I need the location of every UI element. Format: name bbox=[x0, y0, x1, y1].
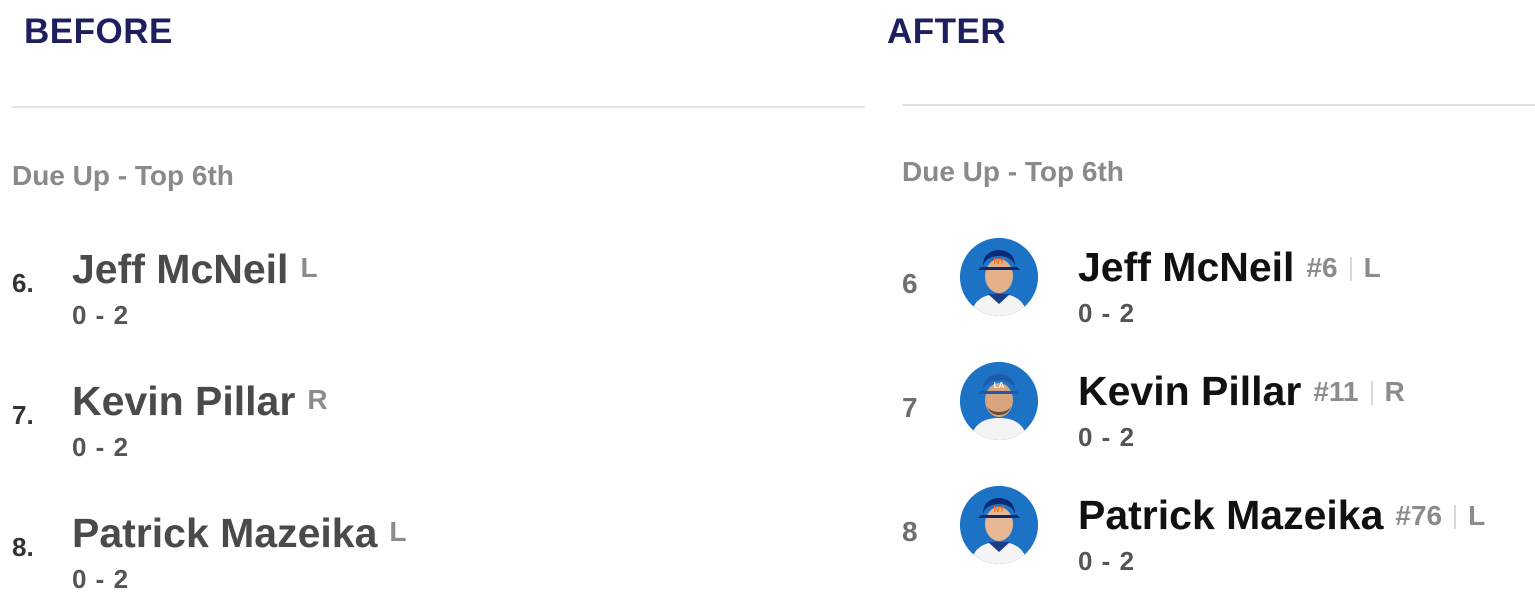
before-panel: BEFORE Due Up - Top 6th 6. Jeff McNeil L … bbox=[0, 0, 870, 596]
game-record: 0 - 2 bbox=[72, 432, 130, 462]
bats-hand: R bbox=[1384, 376, 1405, 407]
batter-row[interactable]: 7 LA Kevin Pillar #11 R 0 - 2 bbox=[870, 362, 1535, 472]
svg-text:LA: LA bbox=[994, 381, 1005, 390]
player-name[interactable]: Jeff McNeil bbox=[72, 246, 288, 292]
player-name[interactable]: Patrick Mazeika bbox=[1078, 492, 1383, 538]
separator bbox=[1370, 381, 1373, 405]
player-name-line: Kevin Pillar R bbox=[72, 378, 328, 425]
batting-order-number: 7 bbox=[902, 392, 918, 423]
batting-order-number: 6 bbox=[902, 268, 918, 299]
player-name-line: Kevin Pillar #11 R bbox=[1078, 368, 1405, 415]
player-name-line: Jeff McNeil L bbox=[72, 246, 318, 293]
panel-heading-after: AFTER bbox=[887, 12, 1007, 51]
player-name[interactable]: Kevin Pillar bbox=[72, 378, 295, 424]
game-record: 0 - 2 bbox=[1078, 546, 1136, 576]
game-record: 0 - 2 bbox=[72, 300, 130, 330]
batting-order-number: 6. bbox=[12, 268, 34, 298]
player-name[interactable]: Patrick Mazeika bbox=[72, 510, 377, 556]
jersey-number: #11 bbox=[1313, 376, 1359, 407]
divider bbox=[12, 106, 865, 108]
bats-hand: L bbox=[300, 252, 318, 283]
after-panel: AFTER Due Up - Top 6th 6 NY Jeff McNeil #… bbox=[870, 0, 1535, 596]
game-record: 0 - 2 bbox=[1078, 422, 1136, 452]
player-name-line: Patrick Mazeika #76 L bbox=[1078, 492, 1485, 539]
svg-text:NY: NY bbox=[993, 257, 1005, 266]
batting-order-number: 8 bbox=[902, 516, 918, 547]
due-up-title: Due Up - Top 6th bbox=[902, 156, 1124, 187]
due-up-title: Due Up - Top 6th bbox=[12, 160, 234, 191]
svg-text:NY: NY bbox=[993, 505, 1005, 514]
game-record: 0 - 2 bbox=[72, 564, 130, 594]
panel-heading-before: BEFORE bbox=[24, 12, 173, 51]
player-name[interactable]: Jeff McNeil bbox=[1078, 244, 1294, 290]
jersey-number: #76 bbox=[1395, 500, 1443, 531]
batting-order-number: 7. bbox=[12, 400, 34, 430]
divider bbox=[902, 104, 1535, 106]
batter-row[interactable]: 7. Kevin Pillar R 0 - 2 bbox=[0, 372, 870, 482]
player-headshot-icon[interactable]: LA bbox=[960, 362, 1038, 440]
separator bbox=[1349, 257, 1352, 281]
batter-row[interactable]: 6. Jeff McNeil L 0 - 2 bbox=[0, 240, 870, 350]
batting-order-number: 8. bbox=[12, 532, 34, 562]
player-headshot-icon[interactable]: NY bbox=[960, 486, 1038, 564]
batter-row[interactable]: 8. Patrick Mazeika L 0 - 2 bbox=[0, 504, 870, 614]
jersey-number: #6 bbox=[1306, 252, 1338, 283]
player-name[interactable]: Kevin Pillar bbox=[1078, 368, 1301, 414]
player-name-line: Jeff McNeil #6 L bbox=[1078, 244, 1381, 291]
bats-hand: L bbox=[1363, 252, 1381, 283]
bats-hand: L bbox=[1468, 500, 1486, 531]
separator bbox=[1454, 505, 1457, 529]
bats-hand: L bbox=[389, 516, 407, 547]
player-name-line: Patrick Mazeika L bbox=[72, 510, 407, 557]
batter-row[interactable]: 6 NY Jeff McNeil #6 L 0 - 2 bbox=[870, 238, 1535, 348]
player-headshot-icon[interactable]: NY bbox=[960, 238, 1038, 316]
batter-row[interactable]: 8 NY Patrick Mazeika #76 L 0 - 2 bbox=[870, 486, 1535, 596]
bats-hand: R bbox=[307, 384, 328, 415]
game-record: 0 - 2 bbox=[1078, 298, 1136, 328]
